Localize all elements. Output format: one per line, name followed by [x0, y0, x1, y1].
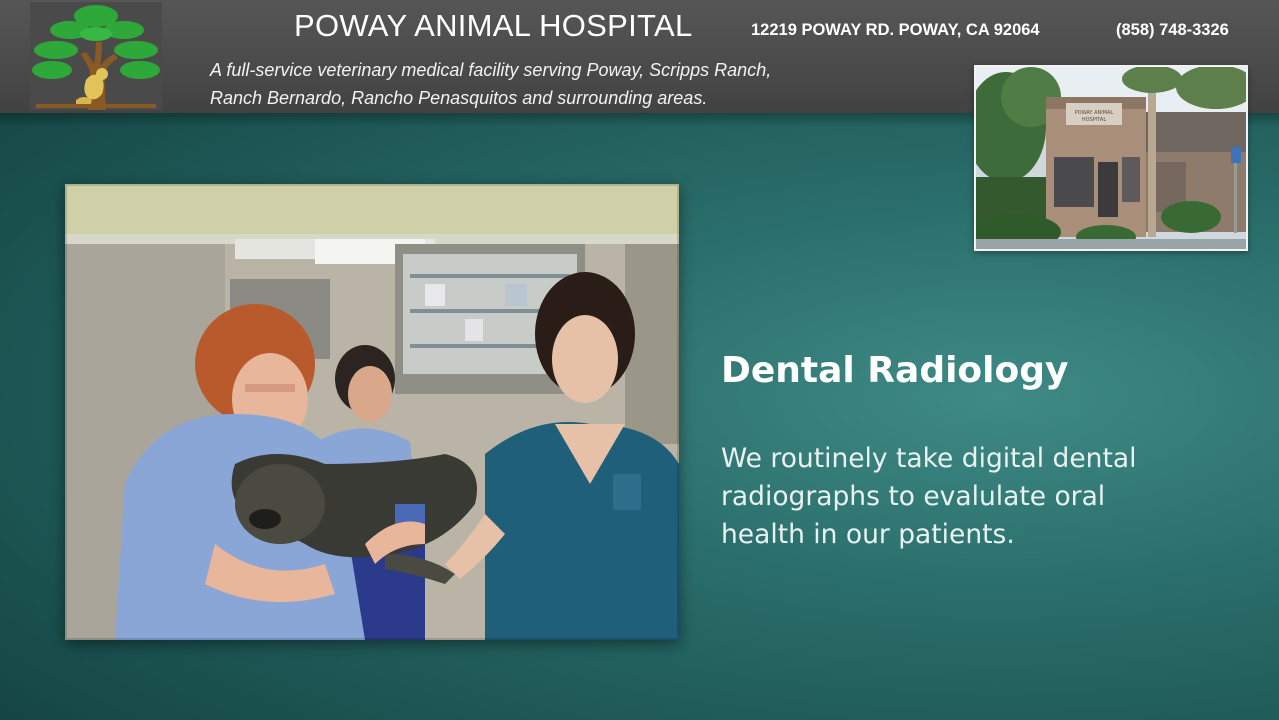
- svg-text:HOSPITAL: HOSPITAL: [1082, 117, 1106, 123]
- slide-body-line: We routinely take digital dental: [721, 443, 1137, 474]
- building-sign-text: POWAY ANIMAL: [1075, 110, 1114, 116]
- tree-logo-icon: [30, 2, 162, 110]
- slide-body-line: health in our patients.: [721, 519, 1015, 550]
- slide-title: Dental Radiology: [721, 350, 1069, 391]
- hospital-address: 12219 POWAY RD. POWAY, CA 92064: [751, 21, 1040, 39]
- tagline: A full-service veterinary medical facili…: [210, 56, 950, 112]
- hospital-name: POWAY ANIMAL HOSPITAL: [294, 8, 693, 43]
- hospital-phone: (858) 748-3326: [1116, 21, 1229, 39]
- staff-with-dog-photo: [65, 184, 679, 640]
- hospital-building-photo: POWAY ANIMAL HOSPITAL: [974, 65, 1248, 251]
- slide-body: We routinely take digital dental radiogr…: [721, 440, 1241, 554]
- tagline-line: Ranch Bernardo, Rancho Penasquitos and s…: [210, 88, 708, 108]
- tagline-line: A full-service veterinary medical facili…: [210, 60, 772, 80]
- slide-body-line: radiographs to evalulate oral: [721, 481, 1106, 512]
